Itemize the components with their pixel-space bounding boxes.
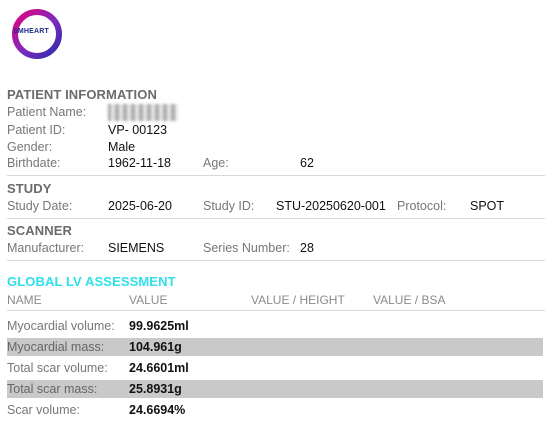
col-header-value-bsa: VALUE / BSA	[373, 293, 446, 307]
manufacturer-label: Manufacturer:	[7, 241, 85, 255]
col-header-value-height: VALUE / HEIGHT	[251, 293, 345, 307]
gender-value: Male	[108, 140, 136, 154]
lv-assessment-title: GLOBAL LV ASSESSMENT	[7, 274, 176, 289]
col-header-name: NAME	[7, 293, 42, 307]
study-section-title: STUDY	[7, 181, 52, 196]
patient-name-redacted	[108, 104, 178, 121]
table-row: Myocardial volume: 99.9625ml	[7, 317, 543, 335]
manufacturer-value: SIEMENS	[108, 241, 165, 255]
series-number-value: 28	[300, 241, 314, 255]
protocol-value: SPOT	[470, 199, 505, 213]
patient-section-title: PATIENT INFORMATION	[7, 87, 157, 102]
row-label: Total scar mass:	[7, 382, 98, 396]
row-value: 99.9625ml	[129, 319, 189, 333]
study-date-label: Study Date:	[7, 199, 73, 213]
row-label: Myocardial mass:	[7, 340, 105, 354]
divider	[7, 175, 545, 176]
row-value: 25.8931g	[129, 382, 182, 396]
protocol-label: Protocol:	[397, 199, 447, 213]
age-label: Age:	[203, 156, 229, 170]
study-id-value: STU-20250620-001	[276, 199, 386, 213]
row-label: Myocardial volume:	[7, 319, 115, 333]
patient-id-label: Patient ID:	[7, 123, 66, 137]
table-row: Scar volume: 24.6694%	[7, 401, 543, 419]
table-row: Myocardial mass: 104.961g	[7, 338, 543, 356]
birthdate-label: Birthdate:	[7, 156, 61, 170]
patient-name-label: Patient Name:	[7, 105, 87, 119]
col-header-value: VALUE	[129, 293, 168, 307]
patient-id-value: VP- 00123	[108, 123, 168, 137]
gender-label: Gender:	[7, 140, 53, 154]
divider	[7, 218, 545, 219]
divider	[7, 260, 545, 261]
series-number-label: Series Number:	[203, 241, 290, 255]
birthdate-value: 1962-11-18	[108, 156, 172, 170]
age-value: 62	[300, 156, 314, 170]
row-value: 24.6694%	[129, 403, 186, 417]
study-id-label: Study ID:	[203, 199, 255, 213]
row-value: 104.961g	[129, 340, 182, 354]
table-row: Total scar mass: 25.8931g	[7, 380, 543, 398]
scanner-section-title: SCANNER	[7, 223, 72, 238]
row-value: 24.6601ml	[129, 361, 189, 375]
row-label: Scar volume:	[7, 403, 80, 417]
study-date-value: 2025-06-20	[108, 199, 172, 213]
divider	[7, 310, 545, 311]
logo-text: SMHEART	[13, 28, 50, 35]
table-row: Total scar volume: 24.6601ml	[7, 359, 543, 377]
row-label: Total scar volume:	[7, 361, 108, 375]
